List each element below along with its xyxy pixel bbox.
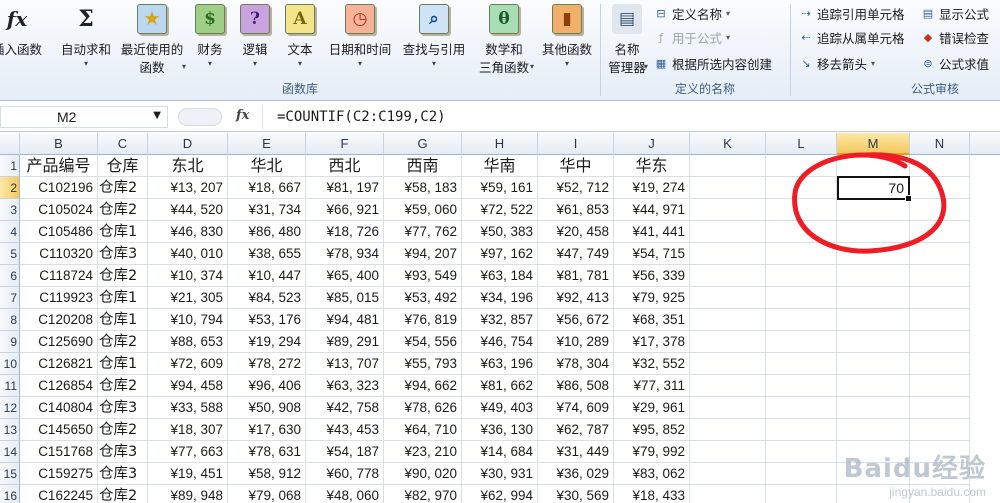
tag-icon: ⊟ [656, 6, 666, 20]
show-formulas-icon: ▤ [922, 6, 934, 20]
error-checking-button[interactable]: ◆ 错误检查 [920, 26, 989, 48]
fx-icon: fx [6, 7, 28, 31]
theta-book-icon: θ [489, 4, 519, 34]
a-book-icon: A [285, 4, 315, 34]
ribbon: fx 插入函数 Σ 自动求和 ▾ ★ 最近使用的函数 ▾ $ 财务 ▾? 逻辑 ▾ A 文本 ▾ ◷ 日期和时间 ▾… [0, 0, 1000, 101]
chevron-down-icon: ▾ [871, 58, 876, 68]
trace-dependents-icon: ⇠ [801, 30, 811, 44]
error-checking-icon: ◆ [923, 30, 933, 44]
table-icon: ▦ [655, 56, 667, 70]
insert-function-label: 插入函数 [0, 42, 42, 57]
show-formulas-button[interactable]: ▤ 显示公式 [920, 2, 989, 24]
trace-precedents-icon: ⇢ [801, 6, 811, 20]
financial-label: 财务 [197, 42, 223, 57]
watermark-url: jingyan.baidu.com [889, 485, 986, 499]
chevron-down-icon: ▾ [207, 59, 212, 68]
worksheet-grid: BCDEFGHIJKLMN 产品编号 仓库 东北 华北 西北 西南 华南 华中 华东 C10219… [0, 133, 1000, 503]
formula-bar-grip[interactable] [178, 108, 222, 126]
chevron-down-icon: ▾ [726, 32, 731, 42]
fx-small-icon: ƒ [659, 30, 663, 44]
more-functions-label: 其他函数 [541, 42, 592, 57]
magnifier-book-icon: ⌕ [419, 4, 449, 34]
recently-used-label-line2: 函数 [139, 60, 165, 75]
show-formulas-label: 显示公式 [939, 6, 990, 22]
logical-label: 逻辑 [242, 42, 268, 57]
chevron-down-icon: ▾ [181, 62, 186, 71]
function-library-group-label: 函数库 [281, 82, 318, 96]
math-trig-label-line2: 三角函数 [478, 60, 529, 75]
trace-dependents-button[interactable]: ⇠ 追踪从属单元格 [798, 26, 905, 48]
chevron-down-icon: ▾ [564, 59, 569, 68]
chevron-down-icon: ▾ [529, 62, 534, 71]
use-in-formula-label: 用于公式 [672, 30, 723, 46]
create-from-selection-label: 根据所选内容创建 [672, 56, 773, 72]
text-button[interactable]: A 文本 ▾ [283, 2, 317, 78]
trace-precedents-button[interactable]: ⇢ 追踪引用单元格 [798, 2, 905, 24]
star-book-icon: ★ [137, 4, 167, 34]
date-time-label: 日期和时间 [328, 42, 392, 57]
name-manager-icon: ▤ [612, 4, 642, 34]
name-manager-label: 名称 [614, 42, 640, 57]
remove-arrows-button[interactable]: ↘ 移去箭头 ▾ [798, 52, 875, 74]
defined-names-group-label: 定义的名称 [674, 82, 735, 96]
recently-used-label: 最近使用的 [120, 42, 184, 57]
recently-used-button[interactable]: ★ 最近使用的函数 ▾ [116, 2, 188, 78]
trace-precedents-label: 追踪引用单元格 [817, 6, 905, 22]
name-manager-button[interactable]: ▤ 名称管理器 ▾ [604, 2, 650, 78]
remove-arrows-label: 移去箭头 [817, 56, 868, 72]
watermark-brand: Baidu经验 [843, 454, 986, 484]
coins-book-icon: $ [195, 4, 225, 34]
evaluate-formula-icon: ⊜ [923, 56, 933, 70]
error-checking-label: 错误检查 [939, 30, 990, 46]
define-name-button[interactable]: ⊟ 定义名称 ▾ [653, 2, 730, 24]
clock-book-icon: ◷ [345, 4, 375, 34]
name-box[interactable]: M2 ▼ [0, 106, 168, 128]
evaluate-formula-button[interactable]: ⊜ 公式求值 [920, 52, 989, 74]
evaluate-formula-label: 公式求值 [939, 56, 990, 72]
trace-dependents-label: 追踪从属单元格 [817, 30, 905, 46]
books-icon: ▮ [552, 4, 582, 34]
insert-function-button[interactable]: fx 插入函数 [0, 2, 46, 78]
chevron-down-icon: ▾ [83, 59, 88, 68]
chevron-down-icon: ▾ [431, 59, 436, 68]
text-label: 文本 [287, 42, 313, 57]
watermark: Baidu经验 jingyan.baidu.com [844, 448, 986, 499]
remove-arrows-icon: ↘ [801, 56, 811, 70]
formula-bar: M2 ▼ fx =COUNTIF(C2:C199,C2) [0, 102, 1000, 132]
financial-button[interactable]: $ 财务 ▾ [191, 2, 229, 78]
date-time-button[interactable]: ◷ 日期和时间 ▾ [324, 2, 396, 78]
chevron-down-icon: ▾ [643, 62, 648, 71]
chevron-down-icon: ▾ [726, 8, 731, 18]
formula-input[interactable]: =COUNTIF(C2:C199,C2) [262, 105, 1000, 129]
auditing-group-label: 公式审核 [910, 82, 959, 96]
question-book-icon: ? [240, 4, 270, 34]
insert-function-fx-icon[interactable]: fx [236, 108, 249, 123]
define-name-label: 定义名称 [672, 6, 723, 22]
red-circle-annotation [792, 152, 947, 254]
chevron-down-icon: ▾ [297, 59, 302, 68]
create-from-selection-button[interactable]: ▦ 根据所选内容创建 [653, 52, 772, 74]
use-in-formula-button[interactable]: ƒ 用于公式 ▾ [653, 26, 730, 48]
more-functions-button[interactable]: ▮ 其他函数 ▾ [537, 2, 597, 78]
logical-button[interactable]: ? 逻辑 ▾ [238, 2, 272, 78]
autosum-button[interactable]: Σ 自动求和 ▾ [56, 2, 116, 78]
chevron-down-icon[interactable]: ▼ [153, 110, 161, 121]
sigma-icon: Σ [78, 6, 94, 32]
chevron-down-icon: ▾ [357, 59, 362, 68]
chevron-down-icon: ▾ [252, 59, 257, 68]
lookup-reference-button[interactable]: ⌕ 查找与引用 ▾ [396, 2, 472, 78]
group-separator [790, 4, 791, 96]
lookup-reference-label: 查找与引用 [402, 42, 466, 57]
autosum-label: 自动求和 [60, 42, 111, 57]
math-trig-button[interactable]: θ 数学和三角函数 ▾ [472, 2, 536, 78]
name-box-value: M2 [57, 109, 77, 125]
group-separator [600, 4, 601, 96]
math-trig-label: 数学和 [485, 42, 523, 57]
name-manager-label-line2: 管理器 [608, 60, 646, 75]
